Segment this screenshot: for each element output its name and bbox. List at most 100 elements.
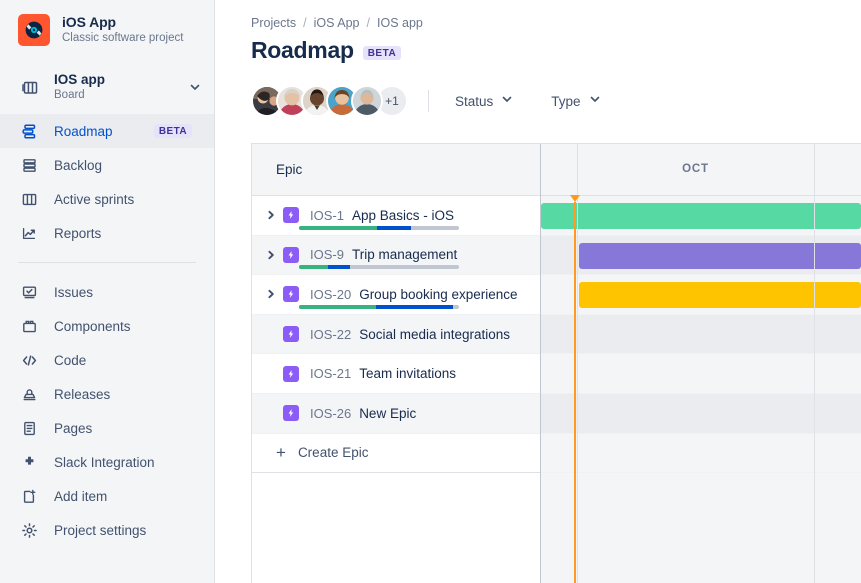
slack-integration-icon	[18, 455, 40, 470]
plus-icon: +	[276, 444, 286, 461]
sidebar-item-add-item[interactable]: Add item	[0, 479, 214, 513]
timeline-body	[541, 196, 861, 583]
sidebar-nav-primary: Roadmap BETA Backlog	[0, 114, 214, 547]
epic-key: IOS-26	[310, 406, 351, 421]
chevron-down-icon	[589, 92, 601, 110]
timeline-row	[541, 236, 861, 276]
epic-type-icon	[283, 405, 299, 421]
progress-segment-done	[299, 265, 328, 269]
breadcrumb-item-projects[interactable]: Projects	[251, 16, 296, 30]
roadmap-icon	[18, 123, 40, 140]
board-switcher[interactable]: IOS app Board	[0, 68, 214, 106]
timeline-row	[541, 354, 861, 394]
jira-roadmap-app: iOS App Classic software project IOS app…	[0, 0, 861, 583]
epic-name: Trip management	[352, 247, 457, 262]
sidebar-item-components[interactable]: Components	[0, 309, 214, 343]
sidebar-item-pages[interactable]: Pages	[0, 411, 214, 445]
epic-progress-bar	[299, 305, 459, 309]
timeline-row	[541, 196, 861, 236]
project-type: Classic software project	[62, 32, 183, 45]
epic-type-icon	[283, 207, 299, 223]
epic-type-icon	[283, 286, 299, 302]
toolbar-divider	[428, 90, 429, 112]
timeline-header: OCT	[541, 144, 861, 196]
epic-type-icon	[283, 247, 299, 263]
project-name: iOS App	[62, 14, 183, 30]
page-title: Roadmap	[251, 37, 354, 64]
timeline-row	[541, 315, 861, 355]
epic-row[interactable]: IOS-21Team invitations	[252, 354, 540, 394]
timeline-row	[541, 275, 861, 315]
sidebar-item-label: Slack Integration	[54, 455, 202, 470]
chevron-down-icon[interactable]	[186, 81, 204, 93]
sidebar-item-slack-integration[interactable]: Slack Integration	[0, 445, 214, 479]
timeline-column-divider	[814, 144, 815, 195]
sidebar-item-active-sprints[interactable]: Active sprints	[0, 182, 214, 216]
breadcrumb-item-ios-app[interactable]: iOS App	[314, 16, 360, 30]
create-epic-label: Create Epic	[298, 445, 369, 460]
project-header[interactable]: iOS App Classic software project	[0, 0, 214, 46]
ios-app-logo-icon	[18, 14, 50, 46]
timeline-create-epic-strip	[541, 434, 861, 474]
epic-row[interactable]: IOS-20 Group booking experience	[252, 275, 540, 315]
timeline-row-list	[541, 196, 861, 583]
reports-icon	[18, 225, 40, 242]
sidebar-item-code[interactable]: Code	[0, 343, 214, 377]
sidebar-item-issues[interactable]: Issues	[0, 275, 214, 309]
sidebar-divider	[18, 262, 196, 263]
progress-segment-done	[299, 305, 376, 309]
chevron-right-icon[interactable]	[262, 289, 280, 299]
today-line	[574, 202, 576, 583]
breadcrumb-separator: /	[303, 16, 306, 30]
progress-segment-in-progress	[376, 305, 453, 309]
sidebar-item-label: Add item	[54, 489, 202, 504]
avatar-group: +1	[251, 85, 408, 117]
timeline-bar[interactable]	[579, 243, 861, 269]
chevron-right-icon[interactable]	[262, 250, 280, 260]
epic-row[interactable]: IOS-26New Epic	[252, 394, 540, 434]
releases-icon	[18, 386, 40, 403]
progress-segment-in-progress	[328, 265, 350, 269]
avatar[interactable]	[351, 85, 383, 117]
create-epic-button[interactable]: + Create Epic	[252, 434, 540, 474]
sidebar-item-label: Backlog	[54, 158, 202, 173]
sidebar-item-label: Releases	[54, 387, 202, 402]
epic-name: Group booking experience	[359, 287, 517, 302]
epic-row[interactable]: IOS-1App Basics - iOS	[252, 196, 540, 236]
roadmap-grid: Epic IOS-1App Basics - iOSIOS-9Trip mana…	[251, 143, 861, 583]
type-filter-button[interactable]: Type	[543, 87, 608, 115]
sidebar-item-label: Active sprints	[54, 192, 202, 207]
epic-progress-bar	[299, 226, 459, 230]
timeline-bar[interactable]	[579, 282, 861, 308]
today-marker-icon	[570, 195, 580, 202]
timeline-column-divider	[814, 196, 815, 583]
code-icon	[18, 352, 40, 369]
issues-icon	[18, 284, 40, 301]
epic-key: IOS-20	[310, 287, 351, 302]
sidebar-item-project-settings[interactable]: Project settings	[0, 513, 214, 547]
backlog-icon	[18, 157, 40, 174]
sidebar-item-reports[interactable]: Reports	[0, 216, 214, 250]
add-item-icon	[18, 488, 40, 505]
page-title-row: Roadmap BETA	[251, 37, 861, 64]
epic-progress-bar	[299, 265, 459, 269]
timeline-bar[interactable]	[541, 203, 861, 229]
progress-segment-done	[299, 226, 377, 230]
sidebar-item-label: Components	[54, 319, 202, 334]
status-filter-button[interactable]: Status	[447, 87, 521, 115]
epic-key: IOS-22	[310, 327, 351, 342]
timeline-empty-area	[541, 473, 861, 583]
epic-column-header: Epic	[252, 144, 540, 196]
epic-row[interactable]: IOS-22Social media integrations	[252, 315, 540, 355]
sidebar-item-backlog[interactable]: Backlog	[0, 148, 214, 182]
epic-row[interactable]: IOS-9Trip management	[252, 236, 540, 276]
sidebar-item-label: Pages	[54, 421, 202, 436]
sidebar-item-releases[interactable]: Releases	[0, 377, 214, 411]
type-filter-label: Type	[551, 94, 580, 109]
sidebar-item-roadmap[interactable]: Roadmap BETA	[0, 114, 214, 148]
board-name: IOS app	[54, 72, 174, 88]
breadcrumb-item-ios-app-board[interactable]: IOS app	[377, 16, 423, 30]
chevron-right-icon[interactable]	[262, 210, 280, 220]
toolbar: +1 Status Type	[251, 84, 861, 118]
timeline-column[interactable]: OCT	[541, 144, 861, 583]
